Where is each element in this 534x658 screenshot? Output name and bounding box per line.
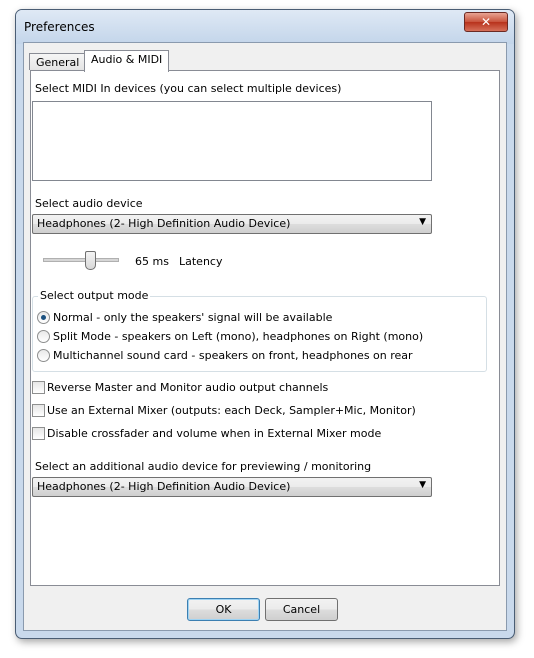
checkbox-disable-crossfader[interactable] [32, 427, 45, 440]
latency-label: Latency [179, 255, 223, 268]
radio-normal-label[interactable]: Normal - only the speakers' signal will … [53, 311, 332, 324]
checkbox-disable-crossfader-label[interactable]: Disable crossfader and volume when in Ex… [47, 427, 381, 440]
tab-general[interactable]: General [29, 53, 87, 70]
close-icon: ✕ [480, 15, 492, 29]
window-title: Preferences [24, 20, 95, 34]
preview-device-value: Headphones (2- High Definition Audio Dev… [37, 480, 291, 493]
ok-button-label: OK [215, 603, 232, 616]
audio-device-value: Headphones (2- High Definition Audio Dev… [37, 217, 291, 230]
radio-split-mode[interactable] [37, 330, 50, 343]
latency-slider-track[interactable] [43, 258, 119, 262]
checkbox-external-mixer-label[interactable]: Use an External Mixer (outputs: each Dec… [47, 404, 416, 417]
audio-device-select[interactable]: Headphones (2- High Definition Audio Dev… [32, 214, 432, 234]
midi-devices-list[interactable] [32, 101, 432, 181]
checkbox-reverse-master-monitor[interactable] [32, 381, 45, 394]
dialog-client: General Audio & MIDI Select MIDI In devi… [23, 42, 507, 631]
chevron-down-icon: ▼ [419, 480, 426, 490]
cancel-button[interactable]: Cancel [265, 598, 338, 621]
cancel-button-label: Cancel [282, 603, 321, 616]
preview-device-select[interactable]: Headphones (2- High Definition Audio Dev… [32, 477, 432, 497]
checkbox-external-mixer[interactable] [32, 404, 45, 417]
midi-devices-label: Select MIDI In devices (you can select m… [35, 82, 342, 95]
ok-button[interactable]: OK [187, 598, 260, 621]
radio-split-mode-label[interactable]: Split Mode - speakers on Left (mono), he… [53, 330, 423, 343]
title-bar[interactable]: Preferences ✕ [16, 10, 514, 44]
audio-midi-panel: Select MIDI In devices (you can select m… [30, 70, 500, 586]
radio-multichannel[interactable] [37, 349, 50, 362]
radio-normal[interactable] [37, 311, 50, 324]
close-button[interactable]: ✕ [464, 12, 508, 32]
preview-device-label: Select an additional audio device for pr… [35, 460, 372, 473]
tab-audio-midi[interactable]: Audio & MIDI [84, 50, 170, 72]
latency-slider-thumb[interactable] [85, 251, 96, 270]
tab-audio-midi-label: Audio & MIDI [91, 53, 163, 66]
chevron-down-icon: ▼ [419, 217, 426, 227]
latency-value: 65 ms [135, 255, 169, 268]
preferences-window: Preferences ✕ General Audio & MIDI Selec… [15, 9, 515, 639]
radio-multichannel-label[interactable]: Multichannel sound card - speakers on fr… [53, 349, 413, 362]
tab-general-label: General [36, 56, 80, 69]
output-mode-title: Select output mode [38, 289, 151, 302]
checkbox-reverse-master-monitor-label[interactable]: Reverse Master and Monitor audio output … [47, 381, 328, 394]
audio-device-label: Select audio device [35, 197, 143, 210]
output-mode-group: Select output mode Normal - only the spe… [32, 289, 487, 372]
